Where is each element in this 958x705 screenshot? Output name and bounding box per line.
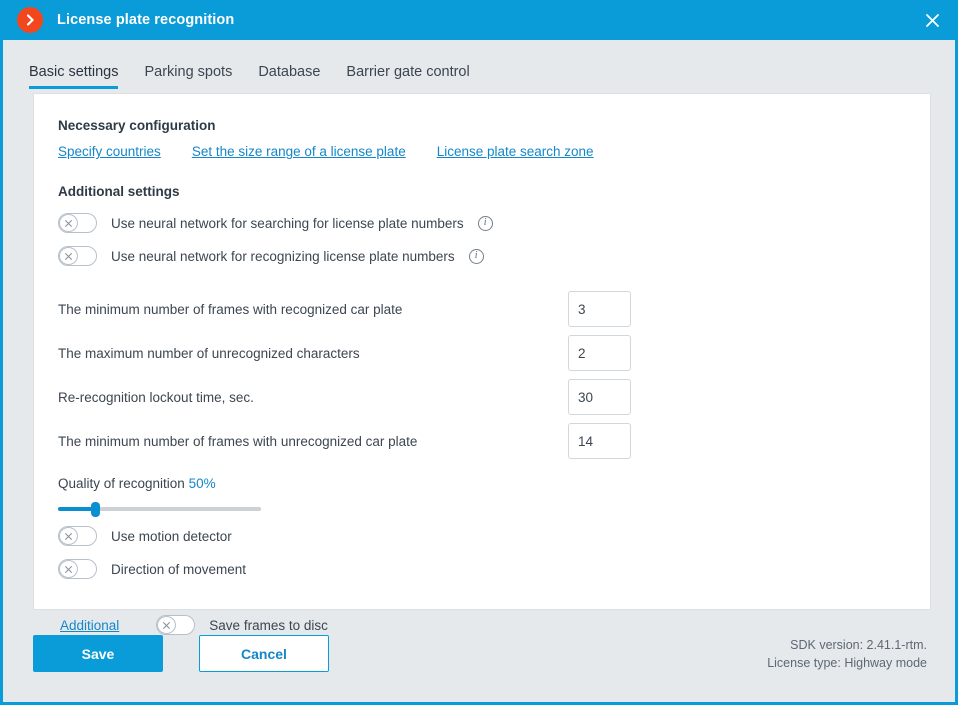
tab-label: Basic settings [29,64,119,80]
field-label: The minimum number of frames with recogn… [58,301,403,317]
quality-label: Quality of recognition [58,476,185,491]
toggle-label-direction-of-movement: Direction of movement [111,561,247,577]
input-min-frames-recognized[interactable] [568,291,631,327]
input-lockout-time[interactable] [568,379,631,415]
toggle-direction-of-movement[interactable] [58,559,97,579]
field-row-lockout-time: Re-recognition lockout time, sec. [58,375,904,419]
toggle-label-nn-search: Use neural network for searching for lic… [111,215,464,231]
close-icon[interactable] [906,0,958,40]
window-title: License plate recognition [57,12,235,28]
toggle-label-motion-detector: Use motion detector [111,528,232,544]
toggle-motion-detector[interactable] [58,526,97,546]
tab-barrier-gate-control[interactable]: Barrier gate control [346,64,469,89]
setting-row-nn-recognize: Use neural network for recognizing licen… [58,243,904,269]
quality-value: 50% [188,476,216,491]
application-window: License plate recognition Basic settings… [0,0,958,705]
input-min-frames-unrecognized[interactable] [568,423,631,459]
cancel-button[interactable]: Cancel [199,635,329,672]
tab-parking-spots[interactable]: Parking spots [144,64,232,89]
quality-slider[interactable] [58,501,261,517]
necessary-configuration-links: Specify countries Set the size range of … [58,144,904,159]
quality-of-recognition-block: Quality of recognition 50% [58,476,904,517]
setting-row-motion-detector: Use motion detector [58,523,904,549]
tab-label: Barrier gate control [346,64,470,80]
title-bar: License plate recognition [0,0,958,40]
tab-database[interactable]: Database [258,64,320,89]
link-search-zone[interactable]: License plate search zone [437,144,594,159]
tab-basic-settings[interactable]: Basic settings [29,64,119,89]
toggle-knob-off-icon [59,560,78,578]
version-info: SDK version: 2.41.1-rtm. License type: H… [767,636,927,672]
chevron-right-circle-icon [17,7,43,33]
slider-thumb[interactable] [90,502,100,517]
field-row-min-frames-unrecognized: The minimum number of frames with unreco… [58,419,904,463]
field-label: The maximum number of unrecognized chara… [58,345,360,361]
quality-caption: Quality of recognition 50% [58,476,904,491]
numeric-fields: The minimum number of frames with recogn… [58,287,904,463]
setting-row-direction-of-movement: Direction of movement [58,556,904,582]
link-set-size-range[interactable]: Set the size range of a license plate [192,144,406,159]
tab-bar: Basic settings Parking spots Database Ba… [3,40,955,89]
setting-row-nn-search: Use neural network for searching for lic… [58,210,904,236]
info-icon[interactable]: i [477,215,493,231]
save-button[interactable]: Save [33,635,163,672]
toggle-label-nn-recognize: Use neural network for recognizing licen… [111,248,455,264]
necessary-configuration-heading: Necessary configuration [58,118,216,133]
info-icon[interactable]: i [468,248,484,264]
additional-settings-heading: Additional settings [58,184,180,199]
field-row-max-unrecognized-chars: The maximum number of unrecognized chara… [58,331,904,375]
toggle-knob-off-icon [59,214,78,232]
field-label: Re-recognition lockout time, sec. [58,389,254,405]
field-row-min-frames-recognized: The minimum number of frames with recogn… [58,287,904,331]
slider-fill [58,507,95,511]
toggle-knob-off-icon [59,527,78,545]
link-specify-countries[interactable]: Specify countries [58,144,161,159]
settings-card: Necessary configuration Specify countrie… [33,93,931,635]
footer: Save Cancel SDK version: 2.41.1-rtm. Lic… [3,610,955,702]
tab-label: Database [258,64,321,80]
tab-label: Parking spots [144,64,233,80]
sdk-version-text: SDK version: 2.41.1-rtm. [790,638,927,652]
toggle-nn-search[interactable] [58,213,97,233]
license-type-text: License type: Highway mode [767,656,927,671]
field-label: The minimum number of frames with unreco… [58,433,418,449]
input-max-unrecognized-chars[interactable] [568,335,631,371]
toggle-nn-recognize[interactable] [58,246,97,266]
toggle-knob-off-icon [59,247,78,265]
